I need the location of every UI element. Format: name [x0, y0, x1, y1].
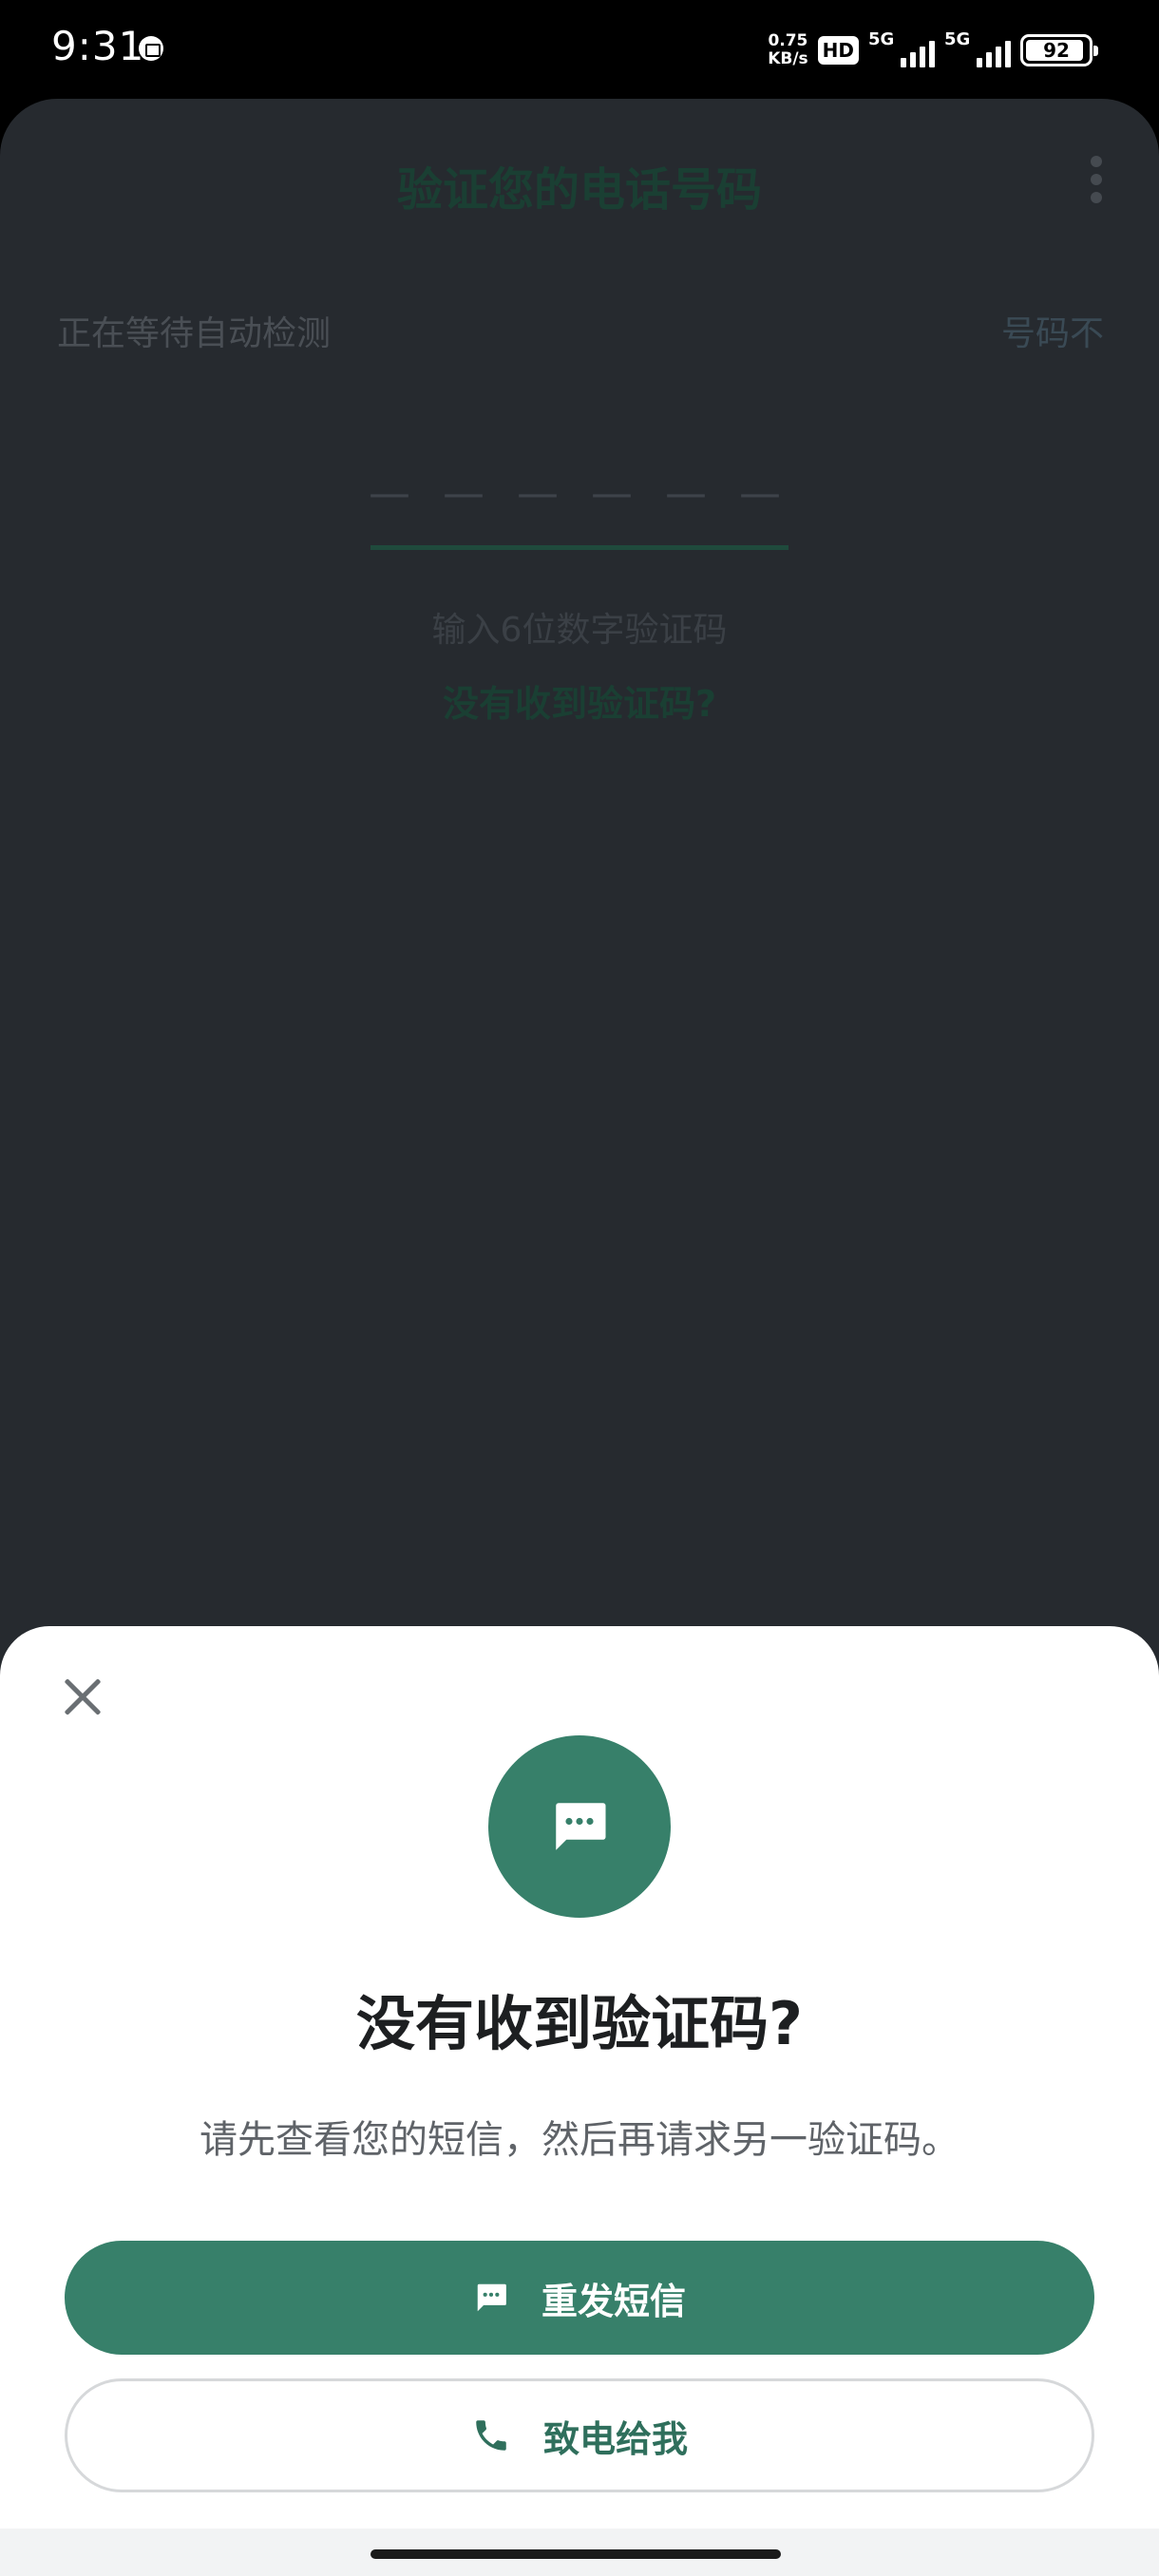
code-input-underline [370, 545, 788, 550]
call-me-button[interactable]: 致电给我 [65, 2378, 1094, 2492]
sheet-title: 没有收到验证码? [356, 1989, 803, 2058]
hd-voice-icon: HD [817, 36, 859, 65]
sheet-description: 请先查看您的短信，然后再请求另一验证码。 [200, 2118, 960, 2162]
message-icon [477, 2283, 506, 2312]
close-icon[interactable] [57, 1672, 108, 1723]
bottom-sheet: 没有收到验证码? 请先查看您的短信，然后再请求另一验证码。 重发短信 致电给我 [0, 1626, 1159, 2529]
page-title: 验证您的电话号码 [396, 163, 762, 217]
code-input[interactable]: — — — — — — [0, 469, 1159, 518]
status-indicators: 0.75 KB/s HD 5G 5G 92 [768, 28, 1098, 72]
wrong-number-link[interactable]: 号码不 [1001, 306, 1104, 355]
code-hint: 输入6位数字验证码 [431, 611, 728, 650]
message-badge [488, 1735, 671, 1918]
status-time: 9:31 [51, 23, 145, 69]
more-options-icon[interactable] [1091, 156, 1102, 203]
battery-icon: 92 [1020, 34, 1098, 66]
signal-icon-sim2: 5G [944, 29, 1011, 69]
message-icon [556, 1803, 606, 1850]
resend-sms-label: 重发短信 [541, 2280, 686, 2322]
network-speed: 0.75 KB/s [768, 31, 808, 68]
home-gesture-handle[interactable] [370, 2549, 781, 2559]
phone-icon [476, 2420, 506, 2451]
auto-detect-text: 正在等待自动检测 [57, 314, 332, 353]
navigation-bar [0, 2529, 1159, 2576]
call-me-label: 致电给我 [542, 2417, 688, 2460]
battery-level: 92 [1043, 39, 1070, 62]
not-received-link[interactable]: 没有收到验证码? [0, 674, 1159, 727]
signal-icon-sim1: 5G [868, 29, 935, 69]
resend-sms-button[interactable]: 重发短信 [65, 2241, 1094, 2355]
status-bar: 9:31 0.75 KB/s HD 5G 5G 92 [0, 0, 1159, 99]
verify-phone-screen: 验证您的电话号码 正在等待自动检测 号码不 — — — — — — 输入6位数字… [0, 99, 1159, 1676]
notification-icon [139, 36, 163, 61]
